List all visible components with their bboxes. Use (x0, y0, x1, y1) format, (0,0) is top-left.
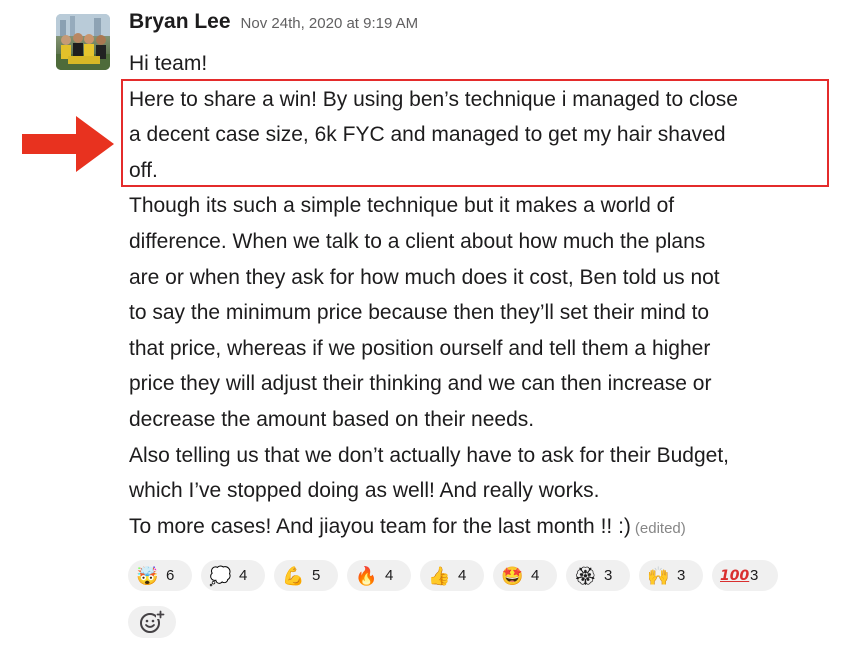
message-line-last: To more cases! And jiayou team for the l… (129, 509, 829, 545)
reaction-rosette[interactable]: 🏵 3 (566, 560, 630, 591)
thinking-bulb-icon: 💭 (209, 565, 232, 586)
reaction-raised-hands[interactable]: 🙌 3 (639, 560, 703, 591)
reaction-count: 4 (531, 567, 540, 584)
reaction-count: 4 (239, 567, 248, 584)
hundred-points-icon: 100 (720, 567, 750, 584)
raised-hands-icon: 🙌 (647, 565, 670, 586)
message-line: price they will adjust their thinking an… (129, 372, 712, 396)
flexed-biceps-icon: 💪 (282, 565, 305, 586)
message-line: Also telling us that we don’t actually h… (129, 443, 730, 467)
message-line-text: To more cases! And jiayou team for the l… (129, 514, 631, 538)
reaction-count: 3 (604, 567, 613, 584)
reaction-count: 6 (166, 567, 175, 584)
add-reaction-button[interactable] (128, 606, 176, 638)
add-reaction-icon (140, 610, 165, 633)
highlight-box (121, 79, 829, 187)
reaction-flexed-biceps[interactable]: 💪 5 (274, 560, 338, 591)
star-struck-icon: 🤩 (501, 565, 524, 586)
reaction-count: 3 (677, 567, 686, 584)
reaction-fire[interactable]: 🔥 4 (347, 560, 411, 591)
red-arrow-icon (20, 112, 116, 181)
exploding-head-icon: 🤯 (136, 565, 159, 586)
message-line: Though its such a simple technique but i… (129, 194, 675, 218)
message-timestamp[interactable]: Nov 24th, 2020 at 9:19 AM (241, 15, 419, 32)
rosette-icon: 🏵 (574, 565, 597, 586)
message-line: to say the minimum price because then th… (129, 301, 710, 325)
message-header: Bryan Lee Nov 24th, 2020 at 9:19 AM (129, 10, 418, 40)
reaction-count: 5 (312, 567, 321, 584)
fire-icon: 🔥 (355, 565, 378, 586)
reaction-count: 3 (750, 567, 759, 584)
message-line: Hi team! (129, 52, 208, 75)
edited-label: (edited) (634, 519, 686, 537)
message-line: are or when they ask for how much does i… (129, 265, 720, 289)
reaction-hundred-points[interactable]: 100 3 (712, 560, 778, 591)
reaction-count: 4 (385, 567, 394, 584)
reaction-thinking-bulb[interactable]: 💭 4 (201, 560, 265, 591)
message-line: that price, whereas if we position ourse… (129, 336, 711, 360)
sender-name[interactable]: Bryan Lee (129, 10, 231, 34)
message-line: decrease the amount based on their needs… (129, 407, 535, 431)
message-line: which I’ve stopped doing as well! And re… (129, 479, 600, 503)
message-line: difference. When we talk to a client abo… (129, 229, 706, 253)
reaction-thumbs-up[interactable]: 👍 4 (420, 560, 484, 591)
avatar[interactable] (56, 14, 110, 70)
reaction-star-struck[interactable]: 🤩 4 (493, 560, 557, 591)
thumbs-up-icon: 👍 (428, 565, 451, 586)
reaction-count: 4 (458, 567, 467, 584)
reaction-exploding-head[interactable]: 🤯 6 (128, 560, 192, 591)
